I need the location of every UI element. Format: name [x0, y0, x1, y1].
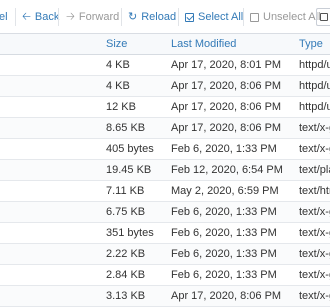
type-cell: text/x-generic	[299, 290, 330, 302]
type-cell: text/x-generic	[299, 269, 330, 281]
table-row[interactable]: 2.84 KB Feb 6, 2020, 1:33 PM text/x-generi…	[0, 265, 330, 286]
last-modified-cell: May 2, 2020, 6:59 PM	[171, 185, 279, 197]
arrow-right-icon: 🡢	[66, 11, 75, 23]
type-cell: httpd/unix-directory	[299, 59, 330, 71]
table-row[interactable]: 7.11 KB May 2, 2020, 6:59 PM text/html	[0, 181, 330, 202]
toolbar-divider	[58, 8, 59, 26]
back-button[interactable]: 🡠 Back	[22, 9, 59, 25]
unselect-all-button[interactable]: Unselect All	[250, 9, 320, 25]
table-row[interactable]: 405 bytes Feb 6, 2020, 1:33 PM text/x-gene…	[0, 139, 330, 160]
select-all-button[interactable]: Select All	[185, 9, 243, 25]
table-row[interactable]: 8.65 KB Apr 17, 2020, 8:06 PM text/x-gener…	[0, 118, 330, 139]
last-modified-cell: Feb 6, 2020, 1:33 PM	[171, 227, 277, 239]
type-cell: text/x-generic	[299, 206, 330, 218]
toolbar-divider	[178, 8, 179, 26]
checked-box-icon	[185, 12, 194, 22]
forward-button[interactable]: 🡢 Forward	[66, 9, 119, 25]
table-row[interactable]: 2.22 KB Feb 6, 2020, 1:33 PM text/x-generi…	[0, 244, 330, 265]
last-modified-cell: Feb 12, 2020, 6:54 PM	[171, 164, 283, 176]
cancel-button-label: el	[0, 11, 8, 23]
refresh-icon: ↻	[128, 11, 138, 23]
file-table: Size Last Modified Type 4 KB Apr 17, 2020…	[0, 34, 330, 307]
empty-box-icon	[250, 12, 259, 22]
select-all-button-label: Select All	[198, 11, 244, 23]
column-header-size[interactable]: Size	[106, 34, 164, 54]
last-modified-cell: Apr 17, 2020, 8:01 PM	[171, 59, 282, 71]
size-cell: 351 bytes	[106, 227, 154, 239]
size-cell: 405 bytes	[106, 143, 154, 155]
table-row[interactable]: 3.13 KB Apr 17, 2020, 8:06 PM text/x-gener…	[0, 286, 330, 307]
last-modified-cell: Apr 17, 2020, 8:06 PM	[171, 290, 282, 302]
type-cell: text/html	[299, 185, 330, 197]
table-row[interactable]: 4 KB Apr 17, 2020, 8:06 PM httpd/unix-dire…	[0, 76, 330, 97]
file-manager-toolbar: el 🡠 Back 🡢 Forward ↻ Reload Select All …	[0, 0, 330, 34]
arrow-left-icon: 🡠	[22, 11, 31, 23]
table-row[interactable]: 19.45 KB Feb 12, 2020, 6:54 PM text/plain	[0, 160, 330, 181]
type-cell: text/plain	[299, 164, 330, 176]
forward-button-label: Forward	[78, 11, 120, 23]
size-cell: 4 KB	[106, 59, 130, 71]
table-row[interactable]: 351 bytes Feb 6, 2020, 1:33 PM text/x-gene…	[0, 223, 330, 244]
type-cell: text/x-generic	[299, 122, 330, 134]
cancel-button[interactable]: el	[0, 9, 8, 25]
table-header-row: Size Last Modified Type	[0, 34, 330, 55]
last-modified-cell: Feb 6, 2020, 1:33 PM	[171, 248, 277, 260]
toolbar-divider	[121, 8, 122, 26]
table-row[interactable]: 4 KB Apr 17, 2020, 8:01 PM httpd/unix-dire…	[0, 55, 330, 76]
size-cell: 8.65 KB	[106, 122, 146, 134]
toolbar-divider	[243, 8, 244, 26]
last-modified-cell: Feb 6, 2020, 1:33 PM	[171, 143, 277, 155]
column-header-type[interactable]: Type	[299, 34, 330, 54]
size-cell: 19.45 KB	[106, 164, 152, 176]
last-modified-cell: Apr 17, 2020, 8:06 PM	[171, 80, 282, 92]
size-cell: 6.75 KB	[106, 206, 146, 218]
size-cell: 3.13 KB	[106, 290, 146, 302]
table-row[interactable]: 12 KB Apr 17, 2020, 8:06 PM httpd/unix-dir…	[0, 97, 330, 118]
column-header-last-modified[interactable]: Last Modified	[171, 34, 293, 54]
back-button-label: Back	[34, 11, 60, 23]
last-modified-cell: Apr 17, 2020, 8:06 PM	[171, 122, 282, 134]
size-cell: 2.22 KB	[106, 248, 146, 260]
type-cell: text/x-generic	[299, 227, 330, 239]
view-toggle-button[interactable]	[316, 8, 330, 26]
reload-button[interactable]: ↻ Reload	[128, 9, 176, 25]
type-cell: text/x-generic	[299, 248, 330, 260]
reload-button-label: Reload	[141, 11, 177, 23]
last-modified-cell: Feb 6, 2020, 1:33 PM	[171, 206, 277, 218]
type-cell: text/x-generic	[299, 143, 330, 155]
last-modified-cell: Apr 17, 2020, 8:06 PM	[171, 101, 282, 113]
size-cell: 4 KB	[106, 80, 130, 92]
size-cell: 12 KB	[106, 101, 136, 113]
table-row[interactable]: 6.75 KB Feb 6, 2020, 1:33 PM text/x-generi…	[0, 202, 330, 223]
size-cell: 2.84 KB	[106, 269, 146, 281]
last-modified-cell: Feb 6, 2020, 1:33 PM	[171, 269, 277, 281]
type-cell: httpd/unix-directory	[299, 80, 330, 92]
unselect-all-button-label: Unselect All	[263, 11, 321, 23]
type-cell: httpd/unix-directory	[299, 101, 330, 113]
size-cell: 7.11 KB	[106, 185, 145, 197]
toolbar-divider	[15, 8, 16, 26]
